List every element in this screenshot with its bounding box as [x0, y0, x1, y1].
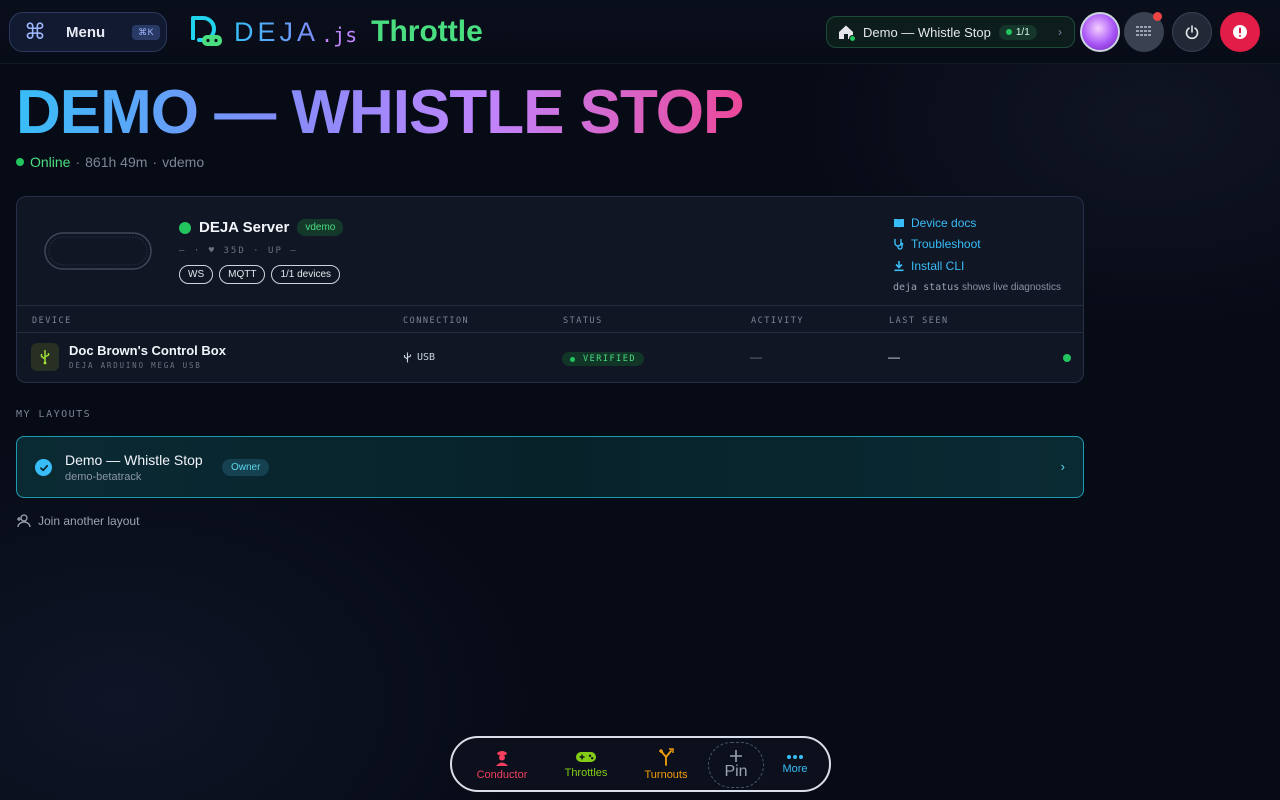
menu-button[interactable]: ⌘ Menu ⌘K [9, 12, 167, 52]
layout-card[interactable]: Demo — Whistle Stop demo-betatrack Owner… [16, 436, 1084, 498]
chevron-right-icon: › [1060, 459, 1065, 474]
device-activity: — [750, 350, 762, 364]
top-bar: ⌘ Menu ⌘K DEJA .js Throttle Demo — Whist… [0, 0, 1280, 64]
chip-mqtt: MQTT [219, 265, 266, 284]
gamepad-icon [576, 751, 596, 762]
brand-deja: DEJA [234, 16, 320, 47]
brand-js: .js [321, 23, 358, 47]
turnout-icon [659, 747, 674, 766]
layout-name: Demo — Whistle Stop [65, 452, 203, 468]
layout-selector[interactable]: Demo — Whistle Stop 1/1 › [826, 16, 1075, 48]
cli-hint: deja status shows live diagnostics [893, 281, 1061, 293]
notification-dot [1153, 12, 1162, 21]
device-connection: USB [403, 352, 435, 363]
nav-more[interactable]: More [770, 738, 820, 790]
device-count-badge: 1/1 [998, 24, 1037, 40]
chip-ws: WS [179, 265, 214, 284]
role-badge: Owner [222, 459, 270, 476]
connection-status: Online · 861h 49m · vdemo [16, 154, 204, 170]
section-label-my-layouts: MY LAYOUTS [16, 409, 92, 420]
deja-logo-icon [191, 16, 222, 46]
brand[interactable]: DEJA .js Throttle [190, 14, 483, 50]
menu-shortcut: ⌘K [132, 24, 161, 40]
plus-icon [730, 750, 742, 762]
device-name: Doc Brown's Control Box [69, 343, 226, 358]
chip-devices: 1/1 devices [271, 265, 341, 284]
device-last-seen: — [888, 350, 900, 364]
server-links: Device docs Troubleshoot Install CLI dej… [893, 212, 1061, 293]
device-table-header: DEVICE CONNECTION STATUS ACTIVITY LAST S… [17, 305, 1083, 333]
alert-icon [1233, 25, 1247, 39]
join-layout-link[interactable]: Join another layout [16, 514, 139, 528]
col-connection: CONNECTION [403, 316, 470, 326]
device-status-badge: VERIFIED [562, 352, 644, 366]
table-row[interactable]: Doc Brown's Control Box DEJA ARDUINO MEG… [17, 333, 1083, 382]
usb-icon [403, 352, 412, 363]
menu-label: Menu [66, 23, 106, 41]
check-circle-icon [35, 459, 52, 476]
keypad-icon [1136, 26, 1151, 36]
server-title: DEJA Server [199, 219, 290, 236]
online-dot [16, 158, 24, 166]
conductor-icon [496, 750, 508, 766]
more-icon [787, 754, 803, 759]
col-activity: ACTIVITY [751, 316, 804, 326]
power-button[interactable] [1172, 12, 1212, 52]
brand-app-name: Throttle [371, 15, 483, 48]
user-name: vdemo [162, 154, 205, 170]
download-icon [894, 260, 904, 271]
book-icon [894, 218, 904, 228]
layout-selector-name: Demo — Whistle Stop [863, 24, 991, 40]
add-user-icon [17, 514, 31, 528]
home-icon [837, 23, 856, 42]
device-table: DEVICE CONNECTION STATUS ACTIVITY LAST S… [17, 305, 1083, 382]
bottom-nav: Conductor Throttles Turnouts Pin More [450, 736, 831, 792]
server-meta: — · ♥ 35D · UP — [179, 246, 298, 256]
emergency-stop-button[interactable] [1220, 12, 1260, 52]
chevron-right-icon: › [1058, 25, 1062, 39]
keypad-button[interactable] [1124, 12, 1164, 52]
col-last-seen: LAST SEEN [889, 316, 949, 326]
install-cli-link[interactable]: Install CLI [893, 255, 1061, 277]
col-status: STATUS [563, 316, 603, 326]
usb-device-icon [31, 343, 59, 371]
server-tag: vdemo [297, 219, 344, 236]
device-docs-link[interactable]: Device docs [893, 212, 1061, 234]
server-online-dot [179, 221, 191, 234]
user-avatar[interactable] [1080, 12, 1120, 52]
status-text: Online [30, 154, 71, 170]
nav-conductor[interactable]: Conductor [466, 738, 538, 790]
device-online-dot [1063, 354, 1071, 362]
power-icon [1185, 25, 1199, 40]
nav-pin[interactable]: Pin [708, 742, 764, 788]
stethoscope-icon [894, 239, 904, 250]
nav-throttles[interactable]: Throttles [550, 738, 622, 790]
uptime: 861h 49m [85, 154, 148, 170]
troubleshoot-link[interactable]: Troubleshoot [893, 234, 1061, 256]
layout-id: demo-betatrack [65, 471, 142, 483]
server-card: DEJA Server vdemo — · ♥ 35D · UP — WS MQ… [16, 196, 1084, 383]
col-device: DEVICE [32, 316, 72, 326]
page-title: DEMO — WHISTLE STOP [16, 78, 744, 147]
server-chips: WS MQTT 1/1 devices [179, 265, 341, 284]
command-icon: ⌘ [24, 19, 46, 44]
track-layout-icon [44, 232, 152, 270]
nav-turnouts[interactable]: Turnouts [630, 738, 702, 790]
device-type: DEJA ARDUINO MEGA USB [69, 361, 202, 370]
